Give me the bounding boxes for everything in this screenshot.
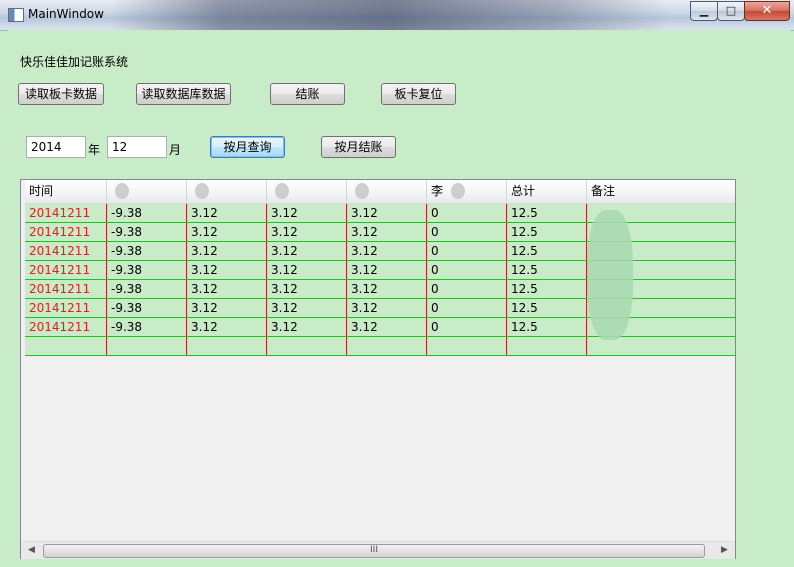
table-cell[interactable]	[507, 337, 587, 355]
query-by-month-button[interactable]: 按月查询	[210, 136, 285, 158]
table-cell[interactable]: 3.12	[267, 280, 347, 298]
title-bar[interactable]: MainWindow ▁ □ ✕	[0, 0, 794, 31]
settle-by-month-button[interactable]: 按月结账	[321, 136, 396, 158]
scroll-right-icon[interactable]: ▶	[716, 542, 733, 559]
table-cell[interactable]	[267, 337, 347, 355]
table-cell[interactable]: 3.12	[347, 204, 427, 222]
scroll-left-icon[interactable]: ◀	[23, 542, 40, 559]
table-row[interactable]	[25, 337, 735, 356]
data-grid[interactable]: 时间李总计 备注 20141211 -9.38 3.12 3.12 3.12 0 12.5 20…	[20, 179, 736, 559]
table-cell[interactable]: 3.12	[187, 223, 267, 241]
read-database-button[interactable]: 读取数据库数据	[136, 83, 231, 105]
month-unit-label: 月	[169, 143, 182, 157]
table-cell[interactable]	[427, 337, 507, 355]
table-cell[interactable]: 3.12	[267, 223, 347, 241]
table-cell[interactable]: 3.12	[347, 242, 427, 260]
read-card-data-button[interactable]: 读取板卡数据	[18, 83, 104, 105]
table-cell[interactable]: 3.12	[187, 204, 267, 222]
table-cell[interactable]: -9.38	[107, 299, 187, 317]
table-cell[interactable]: 20141211	[25, 280, 107, 298]
window-title: MainWindow	[28, 7, 104, 21]
redacted-header-blur	[275, 183, 289, 199]
column-header[interactable]: 时间	[25, 180, 107, 203]
table-cell[interactable]: 0	[427, 299, 507, 317]
table-cell[interactable]: 12.5	[507, 242, 587, 260]
table-cell[interactable]	[187, 337, 267, 355]
table-cell[interactable]	[347, 337, 427, 355]
maximize-icon: □	[725, 4, 737, 17]
table-cell[interactable]: 3.12	[347, 280, 427, 298]
table-cell[interactable]: -9.38	[107, 204, 187, 222]
table-cell[interactable]	[25, 337, 107, 355]
redacted-header-blur	[451, 183, 465, 199]
month-input[interactable]	[107, 136, 167, 158]
table-cell[interactable]: 12.5	[507, 299, 587, 317]
table-cell[interactable]: 12.5	[507, 318, 587, 336]
table-cell[interactable]: 0	[427, 223, 507, 241]
table-cell[interactable]	[107, 337, 187, 355]
table-cell[interactable]: 3.12	[347, 223, 427, 241]
table-cell[interactable]: -9.38	[107, 223, 187, 241]
table-cell[interactable]: 0	[427, 204, 507, 222]
table-cell[interactable]: 3.12	[267, 318, 347, 336]
table-cell[interactable]: 3.12	[267, 204, 347, 222]
table-cell[interactable]: -9.38	[107, 242, 187, 260]
table-cell[interactable]: 12.5	[507, 280, 587, 298]
settle-button[interactable]: 结账	[270, 83, 345, 105]
year-unit-label: 年	[88, 143, 101, 157]
table-cell[interactable]: 3.12	[187, 280, 267, 298]
grid-header: 时间 李总计 备注	[25, 180, 735, 204]
title-bar-glass	[110, 0, 670, 30]
horizontal-scrollbar[interactable]: ◀ III ▶	[21, 541, 735, 559]
table-cell[interactable]: 12.5	[507, 223, 587, 241]
table-cell[interactable]: 3.12	[347, 299, 427, 317]
table-cell[interactable]: 3.12	[187, 318, 267, 336]
window-icon	[8, 8, 24, 22]
close-button[interactable]: ✕	[744, 1, 790, 21]
column-header[interactable]: 备注	[587, 180, 735, 203]
redacted-header-blur	[115, 183, 129, 199]
table-cell[interactable]: 0	[427, 261, 507, 279]
table-cell[interactable]: 3.12	[267, 242, 347, 260]
table-cell[interactable]: 3.12	[267, 261, 347, 279]
table-cell[interactable]: 3.12	[187, 242, 267, 260]
table-cell[interactable]: 20141211	[25, 242, 107, 260]
table-cell[interactable]: 20141211	[25, 299, 107, 317]
table-cell[interactable]: 3.12	[347, 318, 427, 336]
app-title-label: 快乐佳佳加记账系统	[20, 55, 129, 69]
table-cell[interactable]: 0	[427, 242, 507, 260]
redacted-notes-blur	[587, 210, 633, 340]
redacted-header-blur	[355, 183, 369, 199]
table-cell[interactable]: 12.5	[507, 261, 587, 279]
table-cell[interactable]: 0	[427, 318, 507, 336]
table-cell[interactable]: -9.38	[107, 280, 187, 298]
table-cell[interactable]: 3.12	[267, 299, 347, 317]
reset-card-button[interactable]: 板卡复位	[381, 83, 456, 105]
table-cell[interactable]: 20141211	[25, 318, 107, 336]
minimize-button[interactable]: ▁	[690, 1, 718, 21]
table-cell[interactable]: 3.12	[187, 261, 267, 279]
table-cell[interactable]: -9.38	[107, 318, 187, 336]
table-cell[interactable]: 12.5	[507, 204, 587, 222]
redacted-header-blur	[195, 183, 209, 199]
scroll-thumb[interactable]: III	[43, 544, 705, 558]
table-cell[interactable]: 20141211	[25, 204, 107, 222]
column-header[interactable]: 李	[427, 180, 507, 203]
close-icon: ✕	[761, 3, 773, 18]
table-cell[interactable]: -9.38	[107, 261, 187, 279]
table-row[interactable]: 20141211 -9.38 3.12 3.12 3.12 0 12.5	[25, 204, 735, 223]
table-cell[interactable]: 3.12	[347, 261, 427, 279]
table-cell[interactable]: 0	[427, 280, 507, 298]
minimize-icon: ▁	[699, 4, 709, 17]
maximize-button[interactable]: □	[717, 1, 745, 21]
column-header[interactable]: 总计	[507, 180, 587, 203]
table-cell[interactable]: 20141211	[25, 223, 107, 241]
table-cell[interactable]: 3.12	[187, 299, 267, 317]
year-input[interactable]	[26, 136, 86, 158]
table-cell[interactable]: 20141211	[25, 261, 107, 279]
